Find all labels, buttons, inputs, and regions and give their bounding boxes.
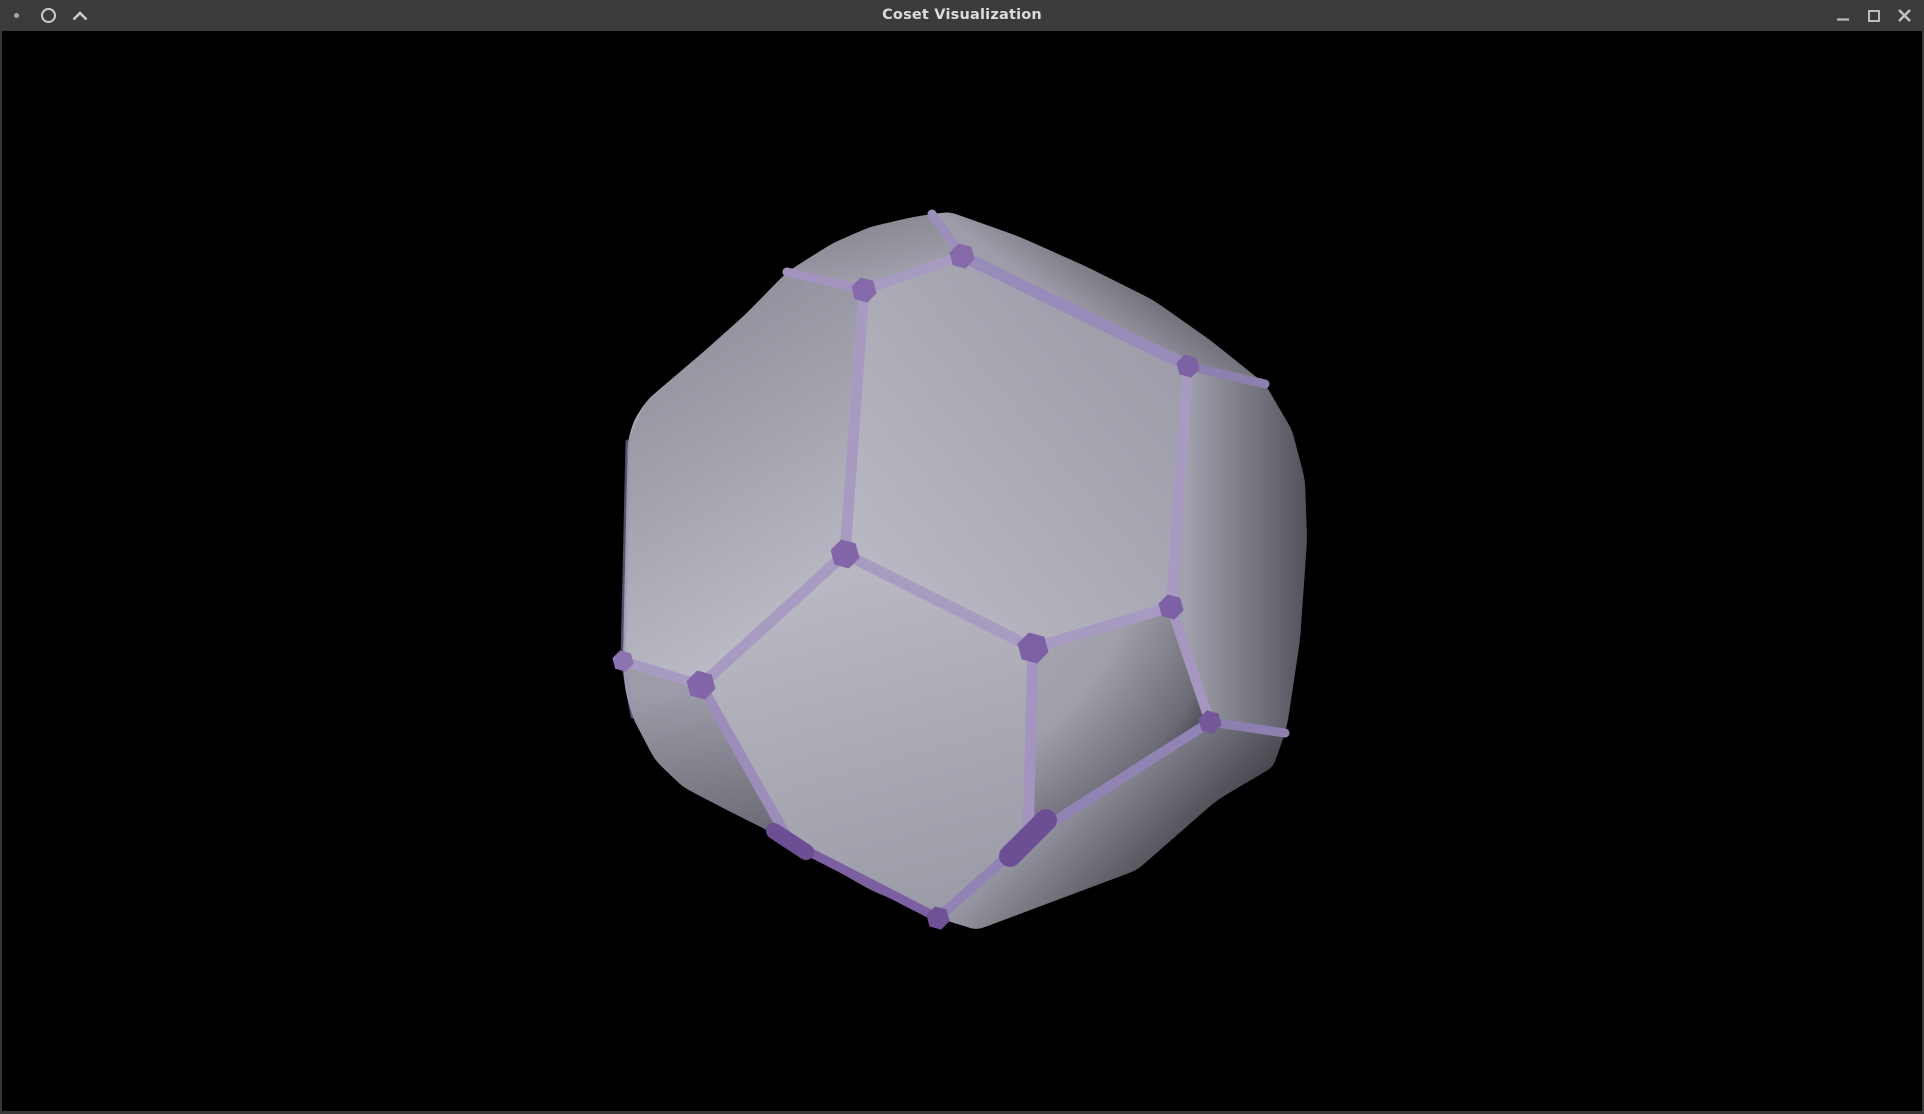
close-button[interactable] xyxy=(1889,0,1920,31)
polyhedron-render xyxy=(0,0,1924,1114)
titlebar[interactable]: Coset Visualization xyxy=(0,0,1924,31)
chevron-up-icon[interactable] xyxy=(64,0,96,31)
edge-tube xyxy=(1028,648,1033,838)
window-dot-icon[interactable] xyxy=(0,0,32,31)
maximize-button[interactable] xyxy=(1858,0,1889,31)
window-circle-icon[interactable] xyxy=(32,0,64,31)
minimize-button[interactable] xyxy=(1827,0,1858,31)
maximize-icon xyxy=(1867,9,1881,23)
minimize-icon xyxy=(1836,9,1850,23)
close-icon xyxy=(1897,8,1912,23)
window-title: Coset Visualization xyxy=(0,0,1924,31)
